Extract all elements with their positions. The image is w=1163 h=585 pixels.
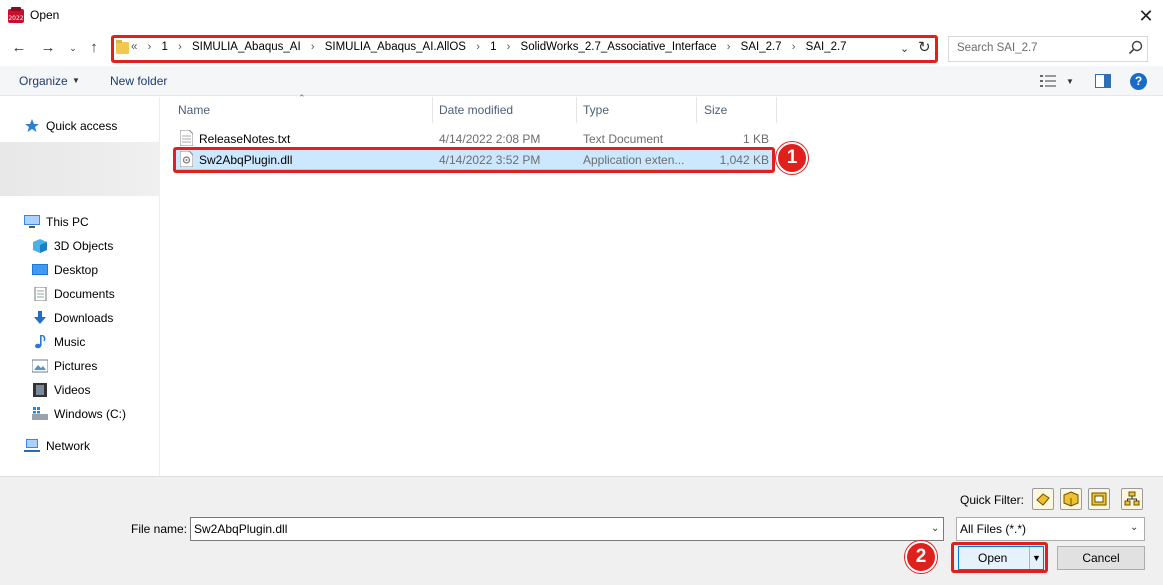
sidebar-item-label: Quick access [46,118,118,133]
sidebar-item-label: Desktop [54,262,99,277]
column-header-type[interactable]: Type [583,103,609,117]
sidebar-item-network[interactable]: Network [24,438,90,458]
drive-icon [32,406,48,421]
sidebar-item-desktop[interactable]: Desktop [32,262,98,282]
file-size: 1 KB [742,132,769,146]
3d-objects-icon [32,238,48,253]
music-note-icon [32,334,48,349]
window-title: Open [30,8,60,22]
cancel-button[interactable]: Cancel [1057,546,1145,570]
help-icon[interactable]: ? [1130,73,1147,90]
column-header-size[interactable]: Size [704,103,727,117]
command-bar [0,66,1163,96]
quick-filter-label: Quick Filter: [960,493,1025,507]
chevron-down-icon[interactable]: ⌄ [931,523,939,534]
sidebar-item-label: This PC [46,214,89,229]
sidebar-item-label: Downloads [54,310,114,325]
sidebar-item-music[interactable]: Music [32,334,85,354]
solidworks-app-icon: 2022 [8,7,24,25]
up-folder-arrow-icon[interactable]: ↑ [84,37,104,59]
sort-ascending-icon: ⌃ [298,93,306,103]
chevron-down-icon[interactable]: ▼ [72,76,80,85]
file-highlight-frame [173,147,775,173]
file-name: ReleaseNotes.txt [199,132,291,146]
file-name-input[interactable] [190,517,944,541]
column-divider[interactable] [776,97,777,123]
sidebar-item-label: Windows (C:) [54,406,127,421]
forward-arrow-icon[interactable]: → [38,37,58,59]
step-badge-1: 1 [776,142,808,174]
new-folder-button[interactable]: New folder [110,74,167,88]
sidebar-item-3d-objects[interactable]: 3D Objects [32,238,113,258]
sidebar-item-documents[interactable]: Documents [32,286,115,306]
network-icon [24,438,40,453]
sidebar-item-label: 3D Objects [54,238,114,253]
chevron-down-icon[interactable]: ⌄ [1130,522,1138,533]
sidebar-item-label: Videos [54,382,91,397]
film-strip-icon [32,382,48,397]
file-row[interactable]: ReleaseNotes.txt 4/14/2022 2:08 PM Text … [173,129,773,149]
blurred-region [0,142,160,196]
column-header-name[interactable]: Name [178,103,210,117]
sidebar-item-label: Pictures [54,358,98,373]
drawing-filter-icon[interactable] [1088,488,1110,510]
sidebar-item-label: Network [46,438,91,453]
svg-text:2022: 2022 [8,15,23,22]
part-filter-icon[interactable] [1032,488,1054,510]
file-date: 4/14/2022 2:08 PM [439,132,541,146]
documents-icon [32,286,48,302]
top-level-filter-icon[interactable] [1121,488,1143,510]
desktop-icon [32,263,48,277]
sidebar-item-quick-access[interactable]: Quick access [24,118,117,138]
step-badge-2: 2 [905,541,937,573]
sidebar-item-windows-c[interactable]: Windows (C:) [32,406,126,426]
assembly-filter-icon[interactable] [1060,488,1082,510]
file-type: Text Document [583,132,664,146]
sidebar-item-label: Documents [54,286,115,301]
recent-locations-chevron-icon[interactable]: ⌄ [63,37,83,59]
pictures-icon [31,359,49,373]
column-divider[interactable] [576,97,577,123]
computer-icon [24,214,40,229]
download-arrow-icon [32,310,48,325]
sidebar-item-this-pc[interactable]: This PC [24,214,89,234]
star-icon [24,118,40,133]
sidebar-item-videos[interactable]: Videos [32,382,90,402]
file-type-value[interactable]: All Files (*.*) [960,522,1026,536]
open-highlight-frame [951,542,1048,573]
column-divider[interactable] [696,97,697,123]
search-placeholder: Search SAI_2.7 [957,42,1038,54]
title-bar [0,0,1163,32]
organize-button[interactable]: Organize [19,74,68,88]
chevron-down-icon[interactable]: ▼ [1066,77,1074,86]
file-name-label: File name: [131,522,188,536]
column-header-date[interactable]: Date modified [439,103,513,117]
sidebar-item-label: Music [54,334,86,349]
close-icon[interactable]: ✕ [1134,4,1158,28]
back-arrow-icon[interactable]: ← [9,37,29,59]
preview-pane-icon[interactable] [1095,74,1111,88]
column-divider[interactable] [432,97,433,123]
sidebar-item-pictures[interactable]: Pictures [31,358,98,378]
view-options-icon[interactable] [1040,75,1056,87]
sidebar-item-downloads[interactable]: Downloads [32,310,113,330]
file-name-value[interactable]: Sw2AbqPlugin.dll [194,522,287,536]
address-highlight-frame [111,35,938,63]
search-icon[interactable] [1128,40,1144,56]
